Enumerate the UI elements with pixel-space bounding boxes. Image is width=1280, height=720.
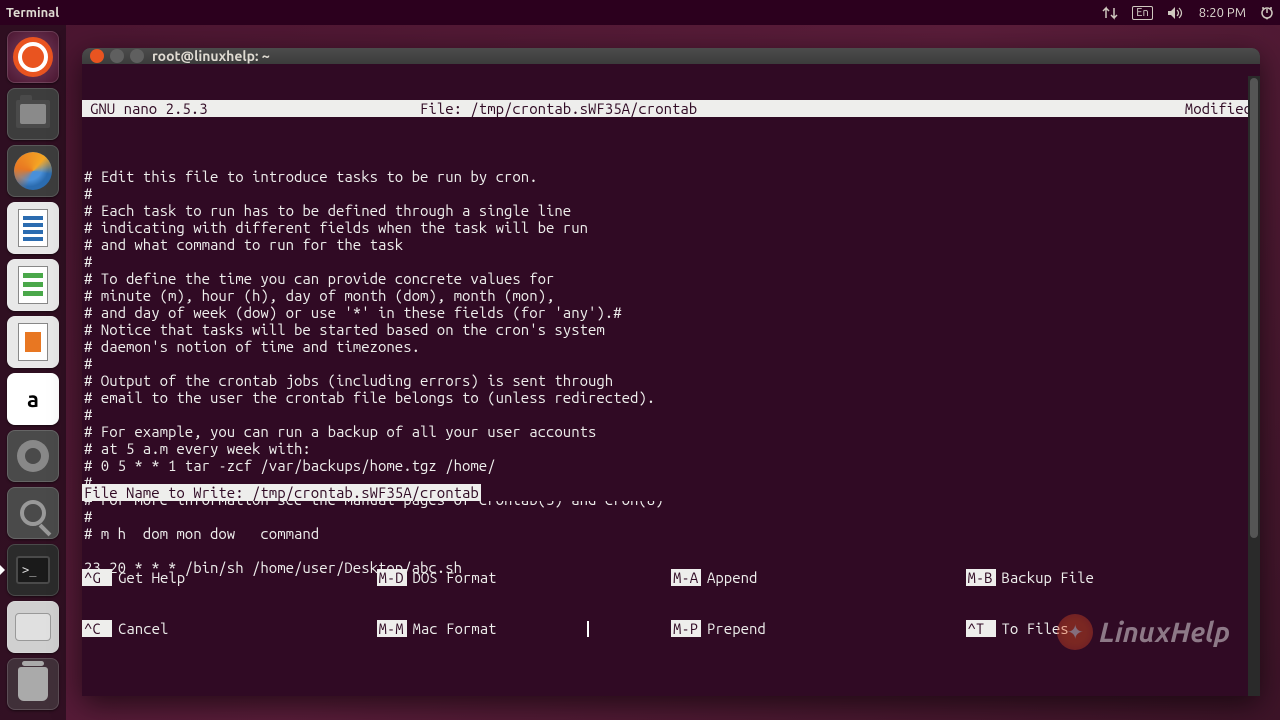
nano-footer: File Name to Write: /tmp/crontab.sWF35A/…	[82, 450, 1260, 696]
scrollbar-thumb[interactable]	[1250, 78, 1258, 538]
nano-version: GNU nano 2.5.3	[90, 100, 420, 117]
shortcut-desc: Mac Format	[407, 620, 497, 637]
active-app-title: Terminal	[6, 6, 1102, 20]
keyboard-indicator[interactable]: En	[1132, 6, 1152, 20]
shortcut-key: ^G	[82, 569, 112, 586]
shortcut-desc: DOS Format	[407, 569, 497, 586]
scrollbar[interactable]	[1248, 76, 1260, 696]
nano-status: Modified	[1152, 100, 1252, 117]
watermark-text: LinuxHelp	[1099, 617, 1230, 648]
shortcut-key: M-A	[671, 569, 701, 586]
session-icon[interactable]	[1260, 6, 1274, 20]
network-icon[interactable]	[1102, 6, 1118, 20]
nano-file: File: /tmp/crontab.sWF35A/crontab	[420, 100, 1152, 117]
shortcut-desc: Cancel	[112, 620, 168, 637]
shortcut-key: M-D	[377, 569, 407, 586]
writer-icon[interactable]	[7, 202, 59, 254]
shortcut-desc: Get Help	[112, 569, 185, 586]
calc-icon[interactable]	[7, 259, 59, 311]
shortcut-key: M-M	[377, 620, 407, 637]
files-icon[interactable]	[7, 88, 59, 140]
terminal-window: root@linuxhelp: ~ GNU nano 2.5.3 File: /…	[82, 48, 1260, 696]
terminal-body[interactable]: GNU nano 2.5.3 File: /tmp/crontab.sWF35A…	[82, 64, 1260, 696]
terminal-icon[interactable]: >_	[7, 544, 59, 596]
dash-icon[interactable]	[7, 31, 59, 83]
shortcut-row-1: ^GGet Help M-DDOS Format M-AAppend M-BBa…	[82, 569, 1260, 586]
write-prompt-label: File Name to Write: /tmp/crontab.sWF35A/…	[82, 484, 481, 501]
indicator-area: En 8:20 PM	[1102, 6, 1274, 20]
shortcut-desc: Backup File	[996, 569, 1094, 586]
write-prompt[interactable]: File Name to Write: /tmp/crontab.sWF35A/…	[82, 484, 1260, 501]
impress-icon[interactable]	[7, 316, 59, 368]
shortcut-desc: Append	[701, 569, 757, 586]
unity-launcher: a >_	[0, 25, 66, 720]
clock[interactable]: 8:20 PM	[1199, 6, 1246, 20]
shortcut-key: ^C	[82, 620, 112, 637]
shortcut-desc: Prepend	[701, 620, 766, 637]
window-titlebar[interactable]: root@linuxhelp: ~	[82, 48, 1260, 64]
shortcut-key: M-B	[966, 569, 996, 586]
shortcut-key: ^T	[966, 620, 996, 637]
settings-icon[interactable]	[7, 430, 59, 482]
sound-icon[interactable]	[1167, 6, 1185, 20]
watermark-icon: ✦	[1057, 614, 1093, 650]
window-title: root@linuxhelp: ~	[152, 48, 270, 64]
maximize-button[interactable]	[130, 49, 144, 63]
trash-icon[interactable]	[7, 658, 59, 710]
minimize-button[interactable]	[110, 49, 124, 63]
top-panel: Terminal En 8:20 PM	[0, 0, 1280, 25]
disk-icon[interactable]	[7, 601, 59, 653]
search-icon[interactable]	[7, 487, 59, 539]
close-button[interactable]	[90, 49, 104, 63]
nano-header: GNU nano 2.5.3 File: /tmp/crontab.sWF35A…	[82, 100, 1260, 117]
shortcut-key: M-P	[671, 620, 701, 637]
watermark: ✦ LinuxHelp	[1057, 614, 1230, 650]
amazon-icon[interactable]: a	[7, 373, 59, 425]
firefox-icon[interactable]	[7, 145, 59, 197]
